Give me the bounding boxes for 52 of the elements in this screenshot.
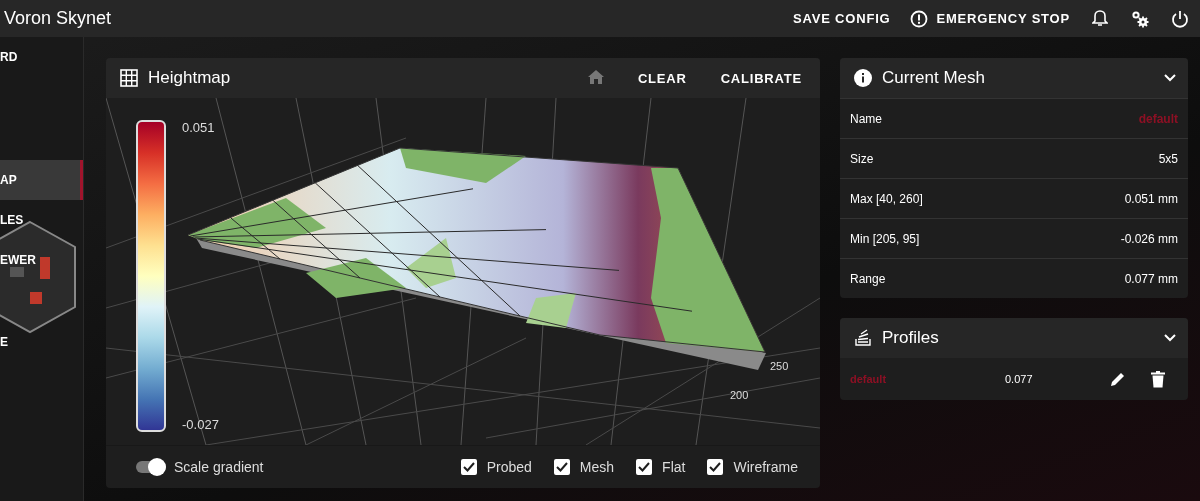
- checkbox[interactable]: [460, 459, 477, 475]
- toggle-label: Scale gradient: [174, 459, 264, 475]
- app-title: Voron Skynet: [4, 8, 113, 29]
- checkbox[interactable]: [553, 459, 570, 475]
- checkbox-label: Flat: [662, 459, 686, 475]
- row-label: Range: [850, 271, 886, 286]
- pencil-icon: [1110, 371, 1126, 387]
- checkbox-label: Wireframe: [733, 459, 798, 475]
- collapse-button[interactable]: [1164, 74, 1176, 82]
- row-value: default: [1138, 111, 1178, 126]
- home-icon: [587, 69, 604, 84]
- card-title: Current Mesh: [882, 68, 986, 88]
- save-config-button[interactable]: SAVE CONFIG: [783, 0, 901, 37]
- header-action-button[interactable]: CALIBRATE: [714, 62, 808, 94]
- header-action-button[interactable]: CLEAR: [631, 62, 693, 94]
- toggle-switch[interactable]: [136, 461, 166, 473]
- card-title: Heightmap: [148, 68, 232, 88]
- collapse-button[interactable]: [1164, 334, 1176, 342]
- emergency-stop-button[interactable]: EMERGENCY STOP: [900, 0, 1080, 37]
- chevron-icon: [1164, 74, 1176, 82]
- row-label: Max [40, 260]: [850, 191, 923, 206]
- row-value: 0.051 mm: [1124, 191, 1178, 206]
- nav-item[interactable]: EWER: [0, 240, 83, 280]
- row-value: 0.077 mm: [1124, 271, 1178, 286]
- nav-item[interactable]: E: [0, 322, 83, 362]
- card-title: Profiles: [882, 328, 940, 348]
- nav-item[interactable]: AP: [0, 160, 83, 200]
- nav-item[interactable]: LES: [0, 200, 83, 240]
- trash-icon: [1151, 370, 1165, 388]
- gears-icon: [1130, 8, 1150, 29]
- row-value: -0.026 mm: [1120, 231, 1178, 246]
- chevron-icon: [1164, 334, 1176, 342]
- row-label: Name: [850, 111, 882, 126]
- row-value: 5x5: [1158, 151, 1178, 166]
- checkbox[interactable]: [636, 459, 653, 475]
- axis-tick-label: 250: [770, 360, 789, 372]
- stack-icon: [854, 329, 872, 347]
- profile-range: 0.077: [1005, 373, 1034, 385]
- scale-min-label: -0.027: [182, 417, 219, 432]
- power-icon: [1171, 9, 1189, 28]
- info-icon: [854, 69, 872, 87]
- row-label: Size: [850, 151, 874, 166]
- checkbox-label: Probed: [486, 459, 532, 475]
- grid-icon: [120, 69, 138, 87]
- bell-icon: [1092, 9, 1108, 28]
- checkbox-label: Mesh: [579, 459, 615, 475]
- nav-item[interactable]: RD: [0, 37, 83, 77]
- axis-tick-label: 200: [730, 389, 749, 401]
- row-label: Min [205, 95]: [850, 231, 920, 246]
- alert-icon: [910, 9, 929, 28]
- scale-max-label: 0.051: [182, 120, 216, 135]
- checkbox[interactable]: [707, 459, 724, 475]
